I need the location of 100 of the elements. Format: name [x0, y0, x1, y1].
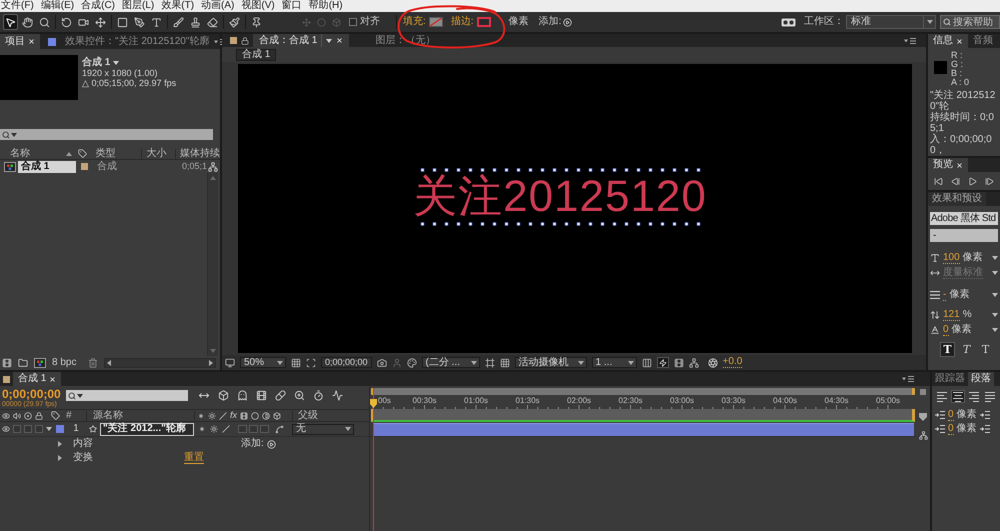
close-icon[interactable]	[336, 37, 344, 44]
play-icon[interactable]	[968, 176, 977, 186]
right-arrow-icon[interactable]	[209, 360, 213, 366]
toggle-box[interactable]	[249, 425, 258, 433]
next-frame-icon[interactable]	[985, 176, 994, 186]
asterisk-icon[interactable]	[198, 425, 206, 433]
column-header[interactable]: 源名称	[86, 410, 194, 420]
horizontal-arrows-icon[interactable]	[198, 390, 210, 401]
palette-icon[interactable]	[406, 358, 417, 368]
panel-tab[interactable]: 合成：合成 1	[253, 34, 350, 47]
expand-caret-icon[interactable]	[58, 441, 62, 447]
menu-item[interactable]: 帮助(H)	[308, 0, 343, 12]
flowchart-icon[interactable]	[208, 162, 218, 172]
resolution-dropdown[interactable]: (二分 ...	[422, 357, 480, 368]
caret-icon[interactable]	[992, 292, 998, 296]
panel-tab[interactable]: 效果和预设	[928, 192, 986, 206]
panel-tab[interactable]: 项目	[0, 34, 40, 49]
caret-icon[interactable]	[113, 60, 120, 64]
breadcrumb-button[interactable]: 合成 1	[236, 48, 276, 60]
stroke-swatch-icon[interactable]	[476, 17, 491, 27]
expand-caret-icon[interactable]	[46, 427, 52, 431]
marker-icon[interactable]	[919, 413, 927, 421]
toggle-box[interactable]	[260, 425, 269, 433]
parent-dropdown[interactable]: 无	[292, 424, 354, 434]
toggle-box[interactable]	[238, 425, 247, 433]
frame-icon[interactable]	[484, 358, 495, 368]
menu-item[interactable]: 动画(A)	[201, 0, 234, 12]
sun-icon[interactable]	[210, 425, 218, 433]
project-item-name[interactable]: 合成 1	[18, 160, 76, 172]
timecode-button[interactable]: 0;00;00;00	[321, 357, 372, 368]
flowchart-icon[interactable]	[688, 358, 699, 368]
circle-play-icon[interactable]	[563, 18, 572, 26]
reset-link[interactable]: 重置	[184, 452, 204, 464]
eye-icon[interactable]	[2, 425, 10, 433]
caret-icon[interactable]	[992, 312, 998, 316]
caret-icon[interactable]	[992, 270, 998, 274]
column-header[interactable]: 大小	[140, 148, 175, 158]
column-header[interactable]: 类型	[90, 148, 141, 158]
toggle-box[interactable]	[13, 425, 21, 433]
trash-icon[interactable]	[88, 358, 98, 368]
cassette-icon[interactable]	[781, 18, 796, 26]
grid-icon[interactable]	[500, 358, 510, 368]
grid-icon[interactable]	[291, 358, 301, 368]
camera-icon[interactable]	[376, 358, 387, 368]
close-icon[interactable]	[49, 376, 56, 382]
fill-link[interactable]: 填充:	[403, 17, 426, 27]
previous-frame-icon[interactable]	[951, 176, 960, 186]
font-family-field[interactable]: Adobe 黑体 Std	[930, 212, 998, 225]
workspace-dropdown[interactable]: 标准	[846, 15, 936, 29]
panel-tab[interactable]: 段落	[968, 372, 994, 386]
cube-icon[interactable]	[218, 390, 229, 401]
character-value[interactable]: 121	[943, 308, 960, 320]
panel-menu-icon[interactable]	[902, 376, 914, 382]
magnification-dropdown[interactable]: 50%	[240, 357, 286, 368]
lock-icon[interactable]	[241, 36, 249, 44]
align-button[interactable]	[967, 390, 981, 403]
work-area-bar[interactable]	[371, 409, 915, 422]
film-icon[interactable]	[256, 390, 267, 401]
snap-checkbox[interactable]	[349, 18, 357, 26]
column-header[interactable]: 名称	[0, 148, 63, 158]
column-header[interactable]: #	[66, 410, 86, 420]
graph-icon[interactable]	[332, 390, 343, 401]
horizontal-scrollbar[interactable]	[104, 358, 216, 368]
menu-item[interactable]: 图层(L)	[122, 0, 154, 12]
character-value[interactable]: 100	[943, 252, 960, 264]
close-icon[interactable]	[28, 38, 35, 45]
align-button[interactable]	[983, 390, 997, 403]
film-icon[interactable]	[2, 358, 12, 368]
column-header[interactable]: fx	[230, 411, 238, 420]
menu-item[interactable]: 视图(V)	[241, 0, 275, 12]
close-icon[interactable]	[956, 38, 963, 44]
lightning-icon[interactable]	[656, 357, 669, 368]
menu-item[interactable]: 编辑(E)	[40, 0, 74, 12]
expand-caret-icon[interactable]	[58, 455, 62, 461]
layer-duration-bar[interactable]	[373, 422, 914, 436]
indent-value[interactable]: 0	[948, 423, 954, 435]
caret-icon[interactable]	[992, 328, 998, 332]
columns-icon[interactable]	[642, 358, 652, 368]
menu-item[interactable]: 合成(C)	[81, 0, 116, 12]
text-style-button[interactable]: T	[959, 342, 974, 357]
current-time-indicator[interactable]	[370, 388, 377, 531]
zoom-icon[interactable]	[294, 390, 305, 401]
panel-tab[interactable]: 预览	[928, 158, 968, 172]
panel-tab[interactable]: 信息	[928, 34, 968, 48]
layer-name-field[interactable]: "关注 2012..."轮廓	[100, 422, 194, 436]
film-icon[interactable]	[674, 358, 684, 368]
column-header[interactable]: 父级	[292, 410, 318, 420]
timer-icon[interactable]	[313, 390, 324, 401]
timecode-display[interactable]: 0;00;00;00	[2, 388, 66, 401]
project-search-field[interactable]	[0, 129, 213, 140]
menu-item[interactable]: 效果(T)	[161, 0, 194, 12]
align-button[interactable]	[935, 390, 949, 403]
tool-button[interactable]	[3, 14, 18, 30]
panel-tab[interactable]: 合成 1	[13, 372, 62, 386]
ghost-icon[interactable]	[237, 390, 248, 401]
camera-view-dropdown[interactable]: 活动摄像机	[514, 357, 587, 368]
character-value[interactable]: -	[943, 288, 946, 300]
close-icon[interactable]	[956, 162, 963, 168]
first-frame-icon[interactable]	[934, 176, 943, 186]
font-style-field[interactable]: -	[930, 229, 998, 242]
